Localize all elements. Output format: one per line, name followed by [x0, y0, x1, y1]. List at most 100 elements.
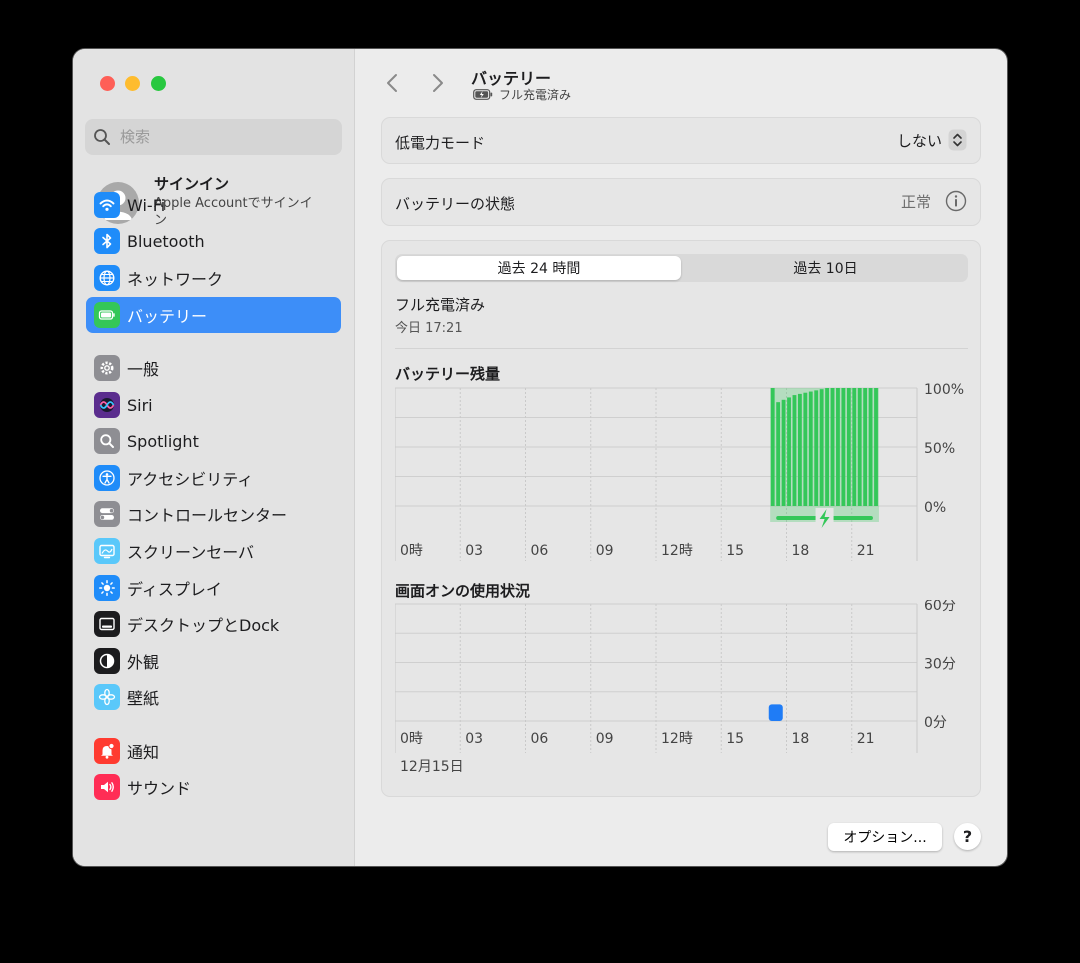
- sidebar-item-bell[interactable]: 通知: [86, 733, 341, 769]
- time-range-segmented-control: 過去 24 時間 過去 10日: [395, 254, 968, 282]
- close-window-button[interactable]: [100, 76, 115, 91]
- sidebar-item-flower[interactable]: 壁紙: [86, 679, 341, 715]
- sidebar-item-accessibility[interactable]: アクセシビリティ: [86, 460, 341, 496]
- sidebar-item-globe[interactable]: ネットワーク: [86, 260, 341, 296]
- y-tick-label: 0分: [924, 715, 947, 731]
- sidebar: サインイン Apple Accountでサインイン Wi-FiBluetooth…: [73, 49, 355, 866]
- magnifier-icon: [94, 428, 120, 454]
- sidebar-item-speaker[interactable]: サウンド: [86, 769, 341, 805]
- battery-level-bar: [874, 388, 878, 506]
- x-tick-label: 12時: [661, 543, 693, 559]
- sidebar-item-appearance[interactable]: 外観: [86, 643, 341, 679]
- battery-health-status: 正常: [901, 190, 967, 212]
- battery-level-bar: [863, 388, 868, 506]
- sidebar-item-label: コントロールセンター: [127, 506, 288, 525]
- sidebar-item-toggles[interactable]: コントロールセンター: [86, 496, 341, 532]
- y-tick-label: 0%: [924, 500, 946, 516]
- battery-level-bar: [868, 388, 873, 506]
- battery-level-bar: [803, 392, 808, 506]
- globe-icon: [94, 265, 120, 291]
- zoom-window-button[interactable]: [151, 76, 166, 91]
- accessibility-icon: [94, 465, 120, 491]
- sidebar-item-dock[interactable]: デスクトップとDock: [86, 606, 341, 642]
- battery-level-chart-title: バッテリー残量: [395, 365, 501, 383]
- battery-health-label: バッテリーの状態: [395, 195, 516, 213]
- sidebar-item-magnifier[interactable]: Spotlight: [86, 423, 341, 459]
- low-power-select[interactable]: しない: [897, 129, 967, 151]
- sidebar-item-label: Wi-Fi: [127, 195, 166, 215]
- main-pane: バッテリー フル充電済み 低電力モード しない バッテリーの状態 正常 過去 2…: [356, 49, 1007, 866]
- battery-level-bar: [797, 393, 802, 506]
- sidebar-item-label: ディスプレイ: [127, 580, 222, 599]
- battery-health-value: 正常: [900, 192, 931, 211]
- tab-last-24-hours[interactable]: 過去 24 時間: [397, 256, 681, 280]
- back-button[interactable]: [380, 69, 404, 97]
- charge-status: フル充電済み: [395, 296, 486, 314]
- dock-icon: [94, 611, 120, 637]
- battery-level-bar: [830, 388, 835, 506]
- x-tick-label: 03: [465, 543, 483, 559]
- x-tick-label: 18: [792, 731, 810, 747]
- battery-level-bar: [781, 399, 786, 506]
- flower-icon: [94, 684, 120, 710]
- x-tick-label: 0時: [400, 543, 423, 559]
- battery-level-bar: [852, 388, 857, 506]
- sun-icon: [94, 575, 120, 601]
- sidebar-item-label: 外観: [127, 653, 160, 672]
- sidebar-item-label: 一般: [127, 360, 160, 379]
- sidebar-item-label: ネットワーク: [127, 270, 224, 289]
- low-power-card: 低電力モード しない: [381, 117, 981, 164]
- battery-level-bar: [857, 388, 862, 506]
- sidebar-item-battery[interactable]: バッテリー: [86, 297, 341, 333]
- x-tick-label: 03: [465, 731, 483, 747]
- sidebar-item-label: 壁紙: [127, 689, 160, 708]
- sidebar-item-screensaver[interactable]: スクリーンセーバ: [86, 533, 341, 569]
- page-subtitle: フル充電済み: [473, 86, 571, 103]
- sidebar-item-label: Bluetooth: [127, 231, 205, 251]
- y-tick-label: 50%: [924, 441, 955, 457]
- sidebar-item-label: バッテリー: [127, 307, 208, 326]
- help-button[interactable]: ?: [954, 823, 981, 850]
- info-icon[interactable]: [945, 190, 967, 212]
- screensaver-icon: [94, 538, 120, 564]
- minimize-window-button[interactable]: [125, 76, 140, 91]
- gear-icon: [94, 355, 120, 381]
- siri-icon: [94, 392, 120, 418]
- screen-usage-bar: [768, 704, 783, 721]
- sidebar-item-label: 通知: [127, 743, 160, 762]
- charging-period-highlight: [770, 388, 879, 522]
- date-label: 12月15日: [400, 759, 464, 775]
- sidebar-item-wifi[interactable]: Wi-Fi: [86, 187, 341, 223]
- search-field[interactable]: [85, 119, 342, 155]
- page-status: フル充電済み: [499, 88, 572, 102]
- search-input[interactable]: [120, 128, 320, 146]
- battery-level-chart: 0時 03 06 09 12時 15 18 21 100% 50% 0%: [395, 383, 964, 561]
- forward-button[interactable]: [426, 69, 450, 97]
- toggles-icon: [94, 501, 120, 527]
- bluetooth-icon: [94, 228, 120, 254]
- x-tick-label: 06: [531, 731, 549, 747]
- sidebar-item-label: サウンド: [127, 779, 192, 798]
- battery-charging-icon: [473, 89, 493, 100]
- chevron-right-icon: [433, 74, 443, 92]
- x-tick-label: 09: [596, 731, 614, 747]
- low-power-label: 低電力モード: [395, 134, 486, 152]
- x-tick-label: 21: [857, 543, 875, 559]
- battery-icon: [94, 302, 120, 328]
- wifi-icon: [94, 192, 120, 218]
- tab-last-10-days[interactable]: 過去 10日: [685, 256, 966, 280]
- sidebar-item-bluetooth[interactable]: Bluetooth: [86, 223, 341, 259]
- sidebar-item-label: デスクトップとDock: [127, 616, 280, 635]
- sidebar-item-label: Spotlight: [127, 431, 199, 451]
- sidebar-item-sun[interactable]: ディスプレイ: [86, 570, 341, 606]
- battery-level-bar: [776, 402, 781, 506]
- sidebar-item-gear[interactable]: 一般: [86, 350, 341, 386]
- sidebar-item-siri[interactable]: Siri: [86, 387, 341, 423]
- x-tick-label: 06: [531, 543, 549, 559]
- charge-time: 今日 17:21: [395, 321, 463, 336]
- battery-level-bar: [846, 388, 851, 506]
- options-button[interactable]: オプション...: [828, 823, 942, 851]
- battery-level-bar: [825, 388, 829, 506]
- battery-level-bar: [787, 397, 791, 506]
- settings-window: サインイン Apple Accountでサインイン Wi-FiBluetooth…: [73, 49, 1007, 866]
